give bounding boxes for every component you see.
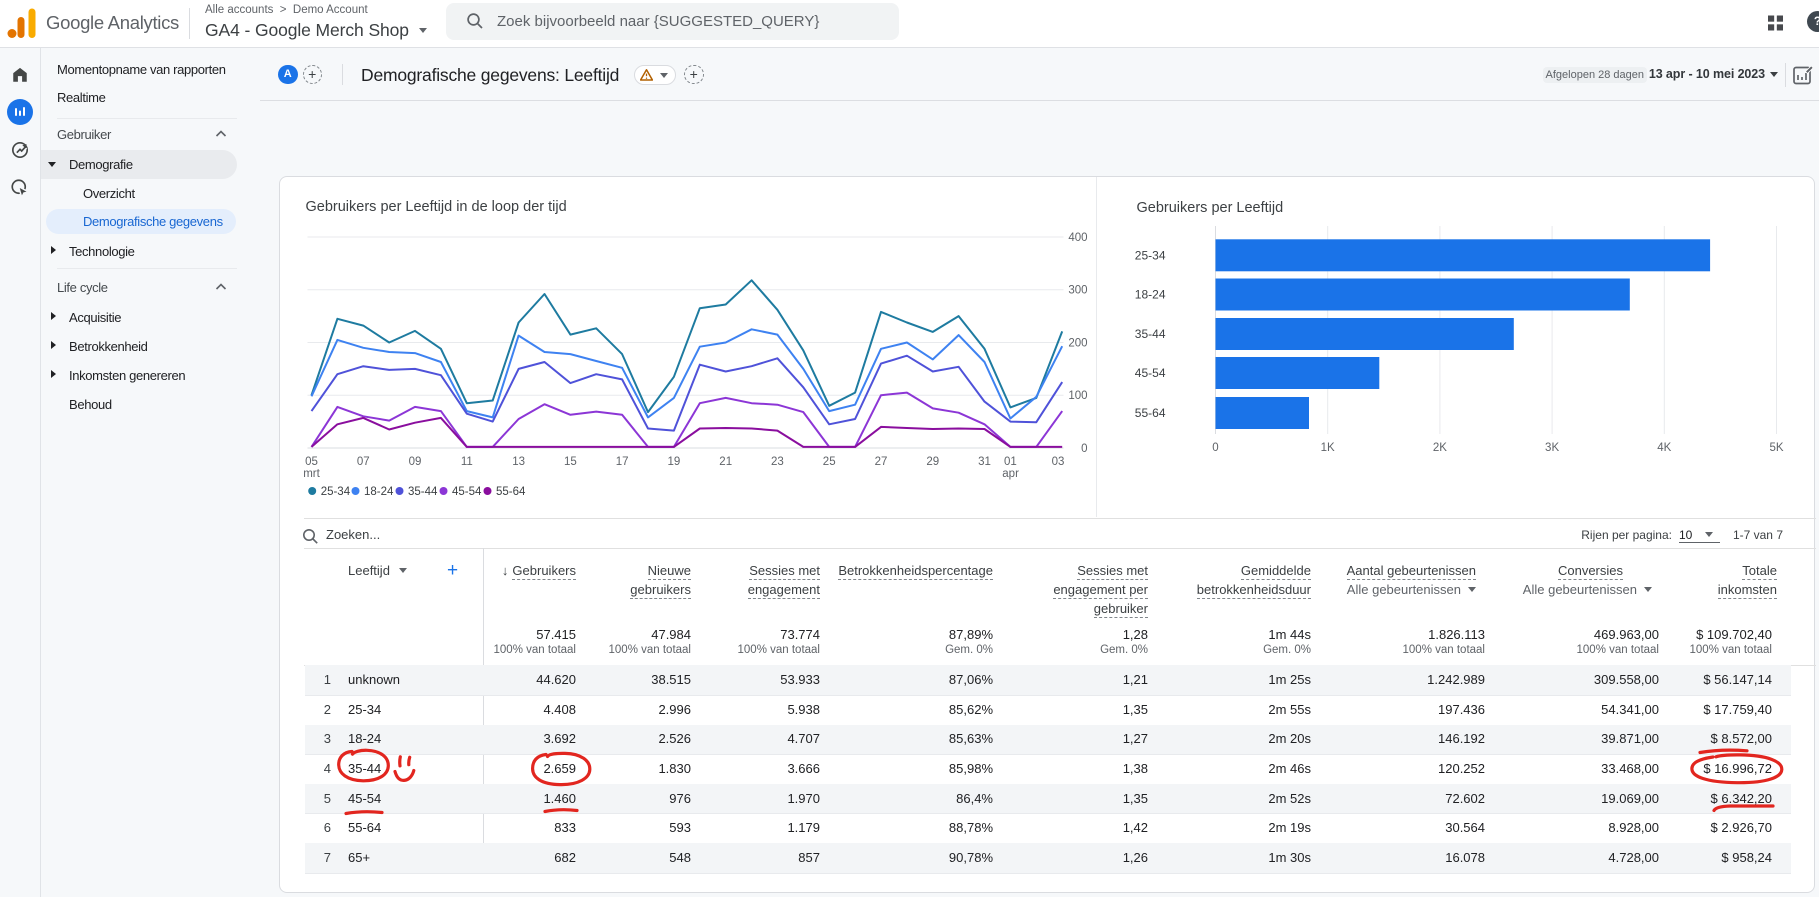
svg-text:18-24: 18-24: [1134, 288, 1165, 302]
svg-text:400: 400: [1068, 232, 1087, 244]
svg-text:13: 13: [512, 456, 525, 468]
svg-text:25: 25: [822, 456, 835, 468]
svg-text:45-54: 45-54: [1134, 366, 1165, 380]
svg-text:1K: 1K: [1320, 442, 1334, 454]
svg-text:25-34: 25-34: [320, 486, 350, 498]
svg-text:31: 31: [978, 456, 991, 468]
svg-text:03: 03: [1051, 456, 1064, 468]
svg-text:4K: 4K: [1657, 442, 1671, 454]
svg-text:23: 23: [771, 456, 784, 468]
svg-text:5K: 5K: [1769, 442, 1783, 454]
svg-text:55-64: 55-64: [1134, 406, 1165, 420]
svg-text:45-54: 45-54: [452, 486, 482, 498]
svg-text:01: 01: [1004, 456, 1017, 468]
svg-text:27: 27: [874, 456, 887, 468]
svg-text:35-44: 35-44: [408, 486, 438, 498]
svg-text:55-64: 55-64: [496, 486, 526, 498]
svg-text:mrt: mrt: [303, 468, 320, 480]
svg-text:18-24: 18-24: [364, 486, 394, 498]
svg-text:0: 0: [1212, 442, 1218, 454]
svg-text:17: 17: [615, 456, 628, 468]
svg-text:35-44: 35-44: [1134, 327, 1165, 341]
svg-text:29: 29: [926, 456, 939, 468]
svg-text:apr: apr: [1002, 468, 1019, 480]
svg-text:09: 09: [408, 456, 421, 468]
svg-text:15: 15: [564, 456, 577, 468]
svg-text:05: 05: [305, 456, 318, 468]
svg-text:Gebruikers per Leeftijd in de: Gebruikers per Leeftijd in de loop der t…: [305, 199, 566, 215]
svg-text:300: 300: [1068, 285, 1087, 297]
svg-text:200: 200: [1068, 338, 1087, 350]
svg-text:19: 19: [667, 456, 680, 468]
svg-text:Gebruikers per Leeftijd: Gebruikers per Leeftijd: [1136, 200, 1283, 216]
svg-text:3K: 3K: [1545, 442, 1559, 454]
svg-text:21: 21: [719, 456, 732, 468]
svg-text:2K: 2K: [1432, 442, 1446, 454]
svg-text:100: 100: [1068, 390, 1087, 402]
svg-text:11: 11: [460, 456, 472, 468]
svg-text:0: 0: [1081, 443, 1087, 455]
svg-text:25-34: 25-34: [1134, 248, 1165, 262]
svg-text:07: 07: [356, 456, 369, 468]
